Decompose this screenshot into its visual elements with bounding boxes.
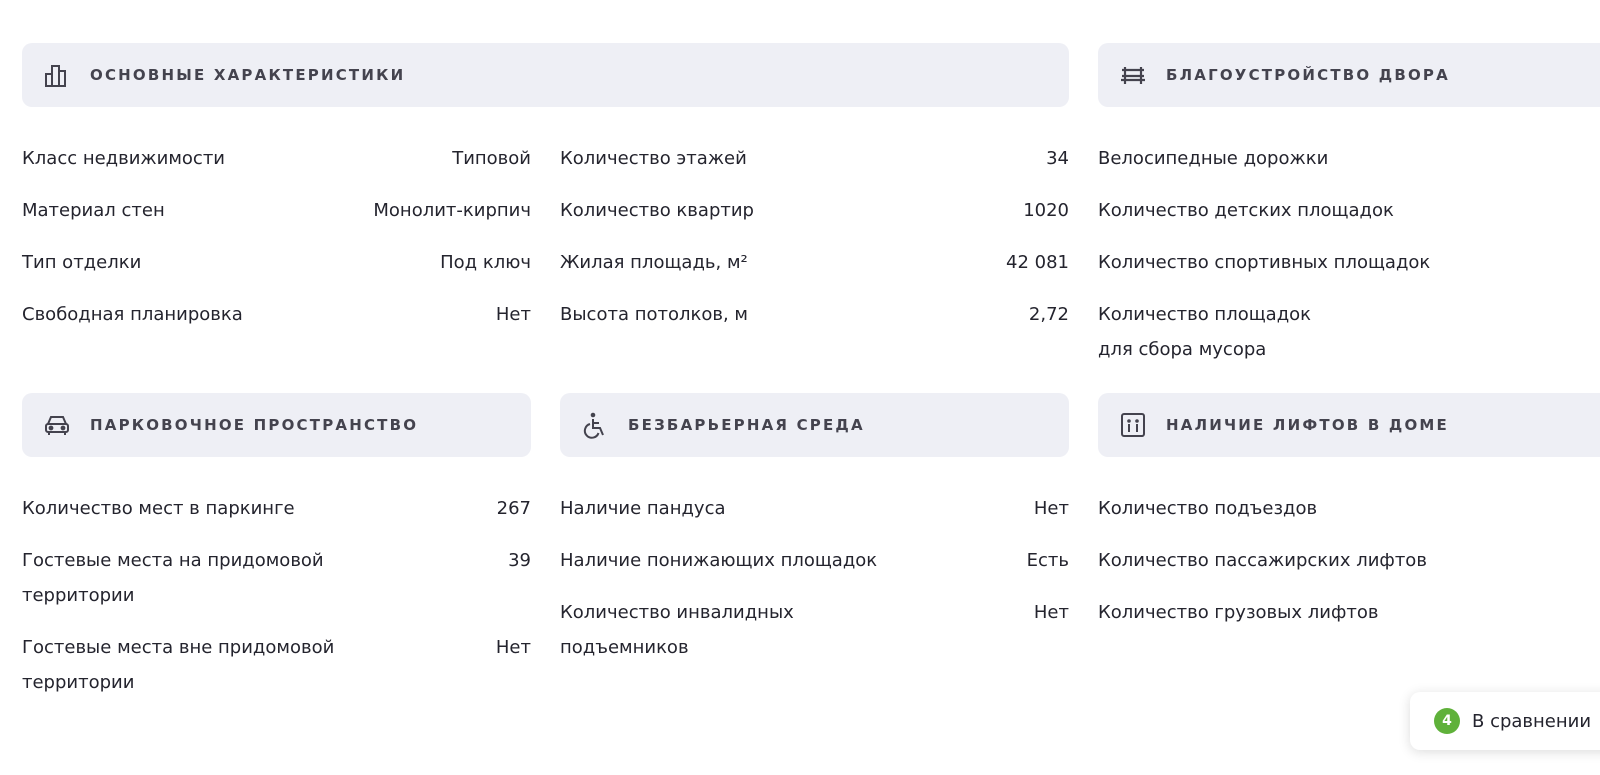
section-header-accessible: Безбарьерная среда [560,393,1069,457]
row-value: 39 [508,550,531,571]
row-value: 42 081 [1006,252,1069,273]
bar-chart-icon [42,60,72,90]
row-value: Типовой [452,148,531,169]
row-label: Количество грузовых лифтов [1098,602,1379,623]
list-item: Количество квартир 1020 [560,193,1069,228]
row-value: Монолит-кирпич [373,200,531,221]
yard-list: Велосипедные дорожки Количество детских … [1098,141,1578,384]
bench-icon [1118,60,1148,90]
row-label: Наличие понижающих площадок [560,550,878,571]
list-item: Наличие пандуса Нет [560,491,1069,526]
row-label: Количество мест в паркинге [22,498,295,519]
wheelchair-icon [580,410,610,440]
list-item: Гостевые места на придомовой территории … [22,543,531,613]
list-item: Количество пассажирских лифтов [1098,543,1578,578]
row-label: Количество квартир [560,200,754,221]
row-label: Количество спортивных площадок [1098,252,1431,273]
row-label: Количество этажей [560,148,747,169]
row-label: Количество детских площадок [1098,200,1394,221]
section-title-yard: Благоустройство двора [1166,66,1450,84]
list-item: Гостевые места вне придомовой территории… [22,630,531,700]
row-value: Нет [1033,498,1069,519]
row-label: Велосипедные дорожки [1098,148,1329,169]
row-value: Нет [495,304,531,325]
list-item: Количество инвалидных подъемников Нет [560,595,1069,665]
section-title-elevators: Наличие лифтов в доме [1166,416,1449,434]
row-label: Количество подъездов [1098,498,1318,519]
section-header-main: Основные характеристики [22,43,1069,107]
list-item: Материал стен Монолит-кирпич [22,193,531,228]
row-value: Нет [495,637,531,658]
section-header-parking: Парковочное пространство [22,393,531,457]
row-label: Свободная планировка [22,304,243,325]
list-item: Количество этажей 34 [560,141,1069,176]
main-left-list: Класс недвижимости Типовой Материал стен… [22,141,531,349]
row-value: 1020 [1023,200,1069,221]
list-item: Количество детских площадок [1098,193,1578,228]
elevator-icon [1118,410,1148,440]
list-item: Тип отделки Под ключ [22,245,531,280]
section-header-yard: Благоустройство двора [1098,43,1600,107]
list-item: Количество грузовых лифтов [1098,595,1578,630]
row-label: Количество площадок для сбора мусора [1098,304,1312,360]
compare-count-badge: 4 [1434,708,1460,734]
section-header-elevators: Наличие лифтов в доме [1098,393,1600,457]
list-item: Жилая площадь, м² 42 081 [560,245,1069,280]
compare-label: В сравнении [1472,710,1592,732]
row-label: Гостевые места вне придомовой территории [22,637,335,693]
main-right-list: Количество этажей 34 Количество квартир … [560,141,1069,349]
section-title-parking: Парковочное пространство [90,416,419,434]
row-label: Высота потолков, м [560,304,749,325]
section-title-accessible: Безбарьерная среда [628,416,865,434]
list-item: Свободная планировка Нет [22,297,531,332]
row-label: Гостевые места на придомовой территории [22,550,324,606]
elevators-list: Количество подъездов Количество пассажир… [1098,491,1578,647]
list-item: Класс недвижимости Типовой [22,141,531,176]
row-label: Класс недвижимости [22,148,226,169]
row-label: Жилая площадь, м² [560,252,748,273]
row-value: Нет [1033,602,1069,623]
row-value: 34 [1046,148,1069,169]
list-item: Высота потолков, м 2,72 [560,297,1069,332]
list-item: Количество мест в паркинге 267 [22,491,531,526]
list-item: Наличие понижающих площадок Есть [560,543,1069,578]
list-item: Количество подъездов [1098,491,1578,526]
row-label: Материал стен [22,200,165,221]
row-label: Количество инвалидных подъемников [560,602,794,658]
list-item: Количество спортивных площадок [1098,245,1578,280]
accessible-list: Наличие пандуса Нет Наличие понижающих п… [560,491,1069,682]
row-label: Наличие пандуса [560,498,726,519]
car-icon [42,410,72,440]
compare-button[interactable]: 4 В сравнении [1410,692,1600,750]
list-item: Количество площадок для сбора мусора [1098,297,1578,367]
section-title-main: Основные характеристики [90,66,406,84]
row-label: Количество пассажирских лифтов [1098,550,1427,571]
row-value: 2,72 [1028,304,1069,325]
row-value: Есть [1026,550,1069,571]
row-value: Под ключ [440,252,531,273]
list-item: Велосипедные дорожки [1098,141,1578,176]
row-label: Тип отделки [22,252,142,273]
characteristics-page: Основные характеристики Благоустройство … [0,0,1600,775]
parking-list: Количество мест в паркинге 267 Гостевые … [22,491,531,717]
row-value: 267 [496,498,531,519]
